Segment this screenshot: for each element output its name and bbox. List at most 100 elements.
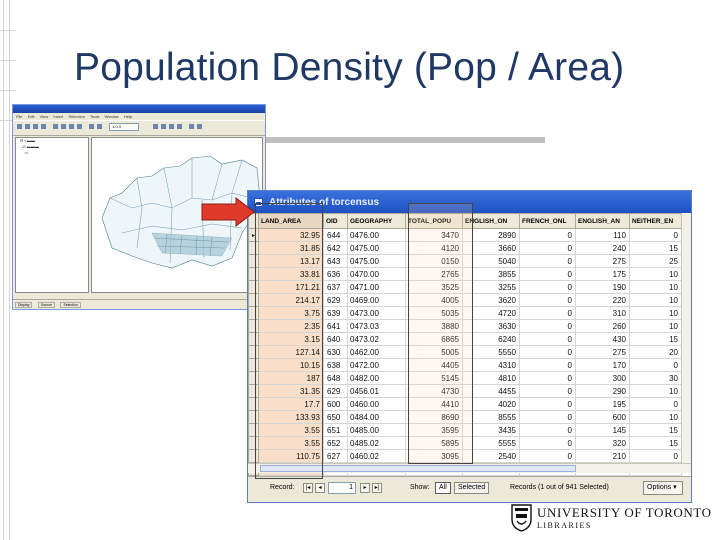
show-all-button[interactable]: All bbox=[435, 482, 451, 494]
menu-item[interactable]: Selection bbox=[68, 114, 84, 119]
cell-english-an[interactable]: 275 bbox=[575, 345, 630, 359]
cell-neither-en[interactable]: 0 bbox=[629, 228, 682, 242]
cell-geography[interactable]: 0460.00 bbox=[347, 397, 406, 411]
arcmap-titlebar[interactable] bbox=[13, 105, 265, 113]
cell-french-onl[interactable]: 0 bbox=[519, 254, 576, 268]
print-icon[interactable] bbox=[41, 124, 46, 129]
menu-item[interactable]: Insert bbox=[53, 114, 63, 119]
vertical-scrollbar[interactable] bbox=[681, 213, 691, 463]
menu-item[interactable]: View bbox=[40, 114, 49, 119]
column-header-geography[interactable]: GEOGRAPHY bbox=[347, 213, 406, 229]
menu-item[interactable]: Tools bbox=[90, 114, 99, 119]
cell-oid[interactable]: 600 bbox=[323, 397, 348, 411]
cell-neither-en[interactable]: 15 bbox=[629, 423, 682, 437]
show-selected-button[interactable]: Selected bbox=[454, 482, 490, 494]
cell-french-onl[interactable]: 0 bbox=[519, 306, 576, 320]
cell-french-onl[interactable]: 0 bbox=[519, 345, 576, 359]
cell-geography[interactable]: 0473.02 bbox=[347, 332, 406, 346]
cell-french-onl[interactable]: 0 bbox=[519, 410, 576, 424]
last-record-button[interactable]: ▸| bbox=[372, 483, 382, 493]
zoom-in-icon[interactable] bbox=[153, 124, 158, 129]
cell-french-onl[interactable]: 0 bbox=[519, 319, 576, 333]
prev-record-button[interactable]: ◂ bbox=[315, 483, 325, 493]
cell-geography[interactable]: 0460.02 bbox=[347, 449, 406, 463]
cell-geography[interactable]: 0456.01 bbox=[347, 384, 406, 398]
record-number-input[interactable]: 1 bbox=[328, 482, 356, 494]
cell-french-onl[interactable]: 0 bbox=[519, 241, 576, 255]
cell-french-onl[interactable]: 0 bbox=[519, 228, 576, 242]
cell-oid[interactable]: 638 bbox=[323, 358, 348, 372]
cell-neither-en[interactable]: 15 bbox=[629, 436, 682, 450]
cell-oid[interactable]: 640 bbox=[323, 332, 348, 346]
cell-neither-en[interactable]: 10 bbox=[629, 280, 682, 294]
cell-english-an[interactable]: 210 bbox=[575, 449, 630, 463]
column-header-french-onl[interactable]: FRENCH_ONL bbox=[519, 213, 576, 229]
cell-french-onl[interactable]: 0 bbox=[519, 280, 576, 294]
cell-neither-en[interactable]: 0 bbox=[629, 397, 682, 411]
cell-oid[interactable]: 642 bbox=[323, 241, 348, 255]
identify-icon[interactable] bbox=[189, 124, 194, 129]
cell-oid[interactable]: 644 bbox=[323, 228, 348, 242]
cell-oid[interactable]: 643 bbox=[323, 254, 348, 268]
cell-english-an[interactable]: 220 bbox=[575, 293, 630, 307]
column-header-neither-en[interactable]: NEITHER_EN bbox=[629, 213, 682, 229]
cell-geography[interactable]: 0472.00 bbox=[347, 358, 406, 372]
cell-french-onl[interactable]: 0 bbox=[519, 293, 576, 307]
cell-geography[interactable]: 0473.00 bbox=[347, 306, 406, 320]
scale-box[interactable]: 1:0.3 bbox=[109, 123, 139, 131]
cell-english-an[interactable]: 260 bbox=[575, 319, 630, 333]
cell-neither-en[interactable]: 0 bbox=[629, 449, 682, 463]
cell-geography[interactable]: 0473.03 bbox=[347, 319, 406, 333]
cell-english-an[interactable]: 175 bbox=[575, 267, 630, 281]
table-of-contents[interactable]: ⊟ ▪ ▬▬ ☑ ▬▬▬ ▭ bbox=[15, 137, 89, 293]
cell-geography[interactable]: 0462.00 bbox=[347, 345, 406, 359]
column-header-english-an[interactable]: ENGLISH_AN bbox=[575, 213, 630, 229]
cell-english-an[interactable]: 300 bbox=[575, 371, 630, 385]
cell-neither-en[interactable]: 10 bbox=[629, 319, 682, 333]
cell-french-onl[interactable]: 0 bbox=[519, 449, 576, 463]
cell-french-onl[interactable]: 0 bbox=[519, 423, 576, 437]
cell-geography[interactable]: 0475.00 bbox=[347, 254, 406, 268]
cell-neither-en[interactable]: 15 bbox=[629, 332, 682, 346]
first-record-button[interactable]: |◂ bbox=[303, 483, 313, 493]
cell-french-onl[interactable]: 0 bbox=[519, 371, 576, 385]
cell-oid[interactable]: 637 bbox=[323, 280, 348, 294]
cell-oid[interactable]: 629 bbox=[323, 293, 348, 307]
zoom-out-icon[interactable] bbox=[161, 124, 166, 129]
next-record-button[interactable]: ▸ bbox=[360, 483, 370, 493]
cell-english-an[interactable]: 195 bbox=[575, 397, 630, 411]
copy-icon[interactable] bbox=[61, 124, 66, 129]
cell-english-an[interactable]: 275 bbox=[575, 254, 630, 268]
cell-french-onl[interactable]: 0 bbox=[519, 384, 576, 398]
cell-geography[interactable]: 0485.00 bbox=[347, 423, 406, 437]
cell-oid[interactable]: 629 bbox=[323, 384, 348, 398]
cell-english-an[interactable]: 240 bbox=[575, 241, 630, 255]
cell-neither-en[interactable]: 10 bbox=[629, 306, 682, 320]
pan-icon[interactable] bbox=[169, 124, 174, 129]
cell-french-onl[interactable]: 0 bbox=[519, 267, 576, 281]
save-icon[interactable] bbox=[33, 124, 38, 129]
cell-geography[interactable]: 0475.00 bbox=[347, 241, 406, 255]
redo-icon[interactable] bbox=[97, 124, 102, 129]
select-icon[interactable] bbox=[197, 124, 202, 129]
cell-french-onl[interactable]: 0 bbox=[519, 332, 576, 346]
full-extent-icon[interactable] bbox=[177, 124, 182, 129]
cell-neither-en[interactable]: 15 bbox=[629, 241, 682, 255]
delete-icon[interactable] bbox=[77, 124, 82, 129]
menu-item[interactable]: Edit bbox=[28, 114, 35, 119]
cell-geography[interactable]: 0484.00 bbox=[347, 410, 406, 424]
cell-geography[interactable]: 0470.00 bbox=[347, 267, 406, 281]
cell-english-an[interactable]: 145 bbox=[575, 423, 630, 437]
open-icon[interactable] bbox=[25, 124, 30, 129]
cell-neither-en[interactable]: 0 bbox=[629, 358, 682, 372]
cell-english-an[interactable]: 110 bbox=[575, 228, 630, 242]
cell-english-an[interactable]: 430 bbox=[575, 332, 630, 346]
cell-oid[interactable]: 639 bbox=[323, 306, 348, 320]
cell-oid[interactable]: 630 bbox=[323, 345, 348, 359]
cell-geography[interactable]: 0469.00 bbox=[347, 293, 406, 307]
paste-icon[interactable] bbox=[69, 124, 74, 129]
cell-geography[interactable]: 0485.02 bbox=[347, 436, 406, 450]
cell-geography[interactable]: 0471.00 bbox=[347, 280, 406, 294]
cell-oid[interactable]: 648 bbox=[323, 371, 348, 385]
cell-english-an[interactable]: 190 bbox=[575, 280, 630, 294]
